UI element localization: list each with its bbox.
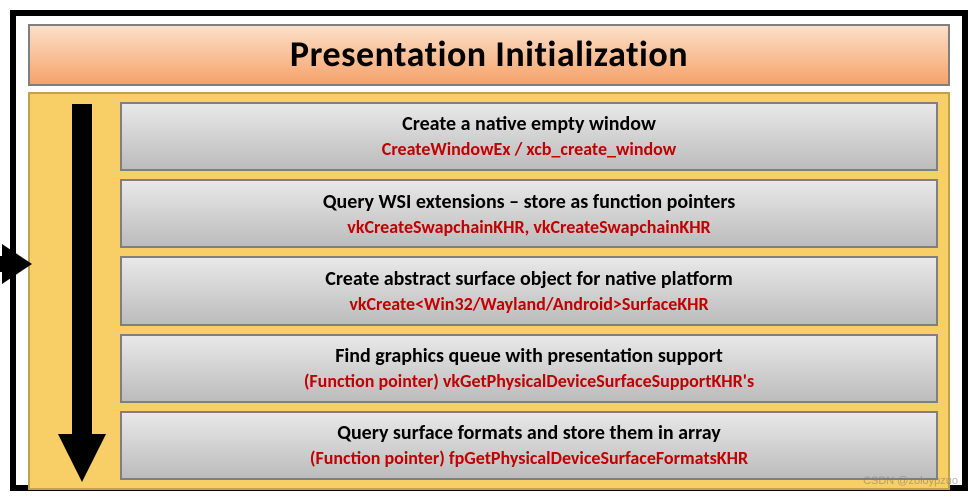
step-api: CreateWindowEx / xcb_create_window <box>132 138 926 161</box>
step-box: Query surface formats and store them in … <box>120 411 938 480</box>
step-box: Create abstract surface object for nativ… <box>120 256 938 325</box>
title-bar: Presentation Initialization <box>28 24 950 86</box>
diagram-frame: Presentation Initialization Create a nat… <box>10 10 968 491</box>
step-api: vkCreateSwapchainKHR, vkCreateSwapchainK… <box>132 216 926 239</box>
step-api: (Function pointer) fpGetPhysicalDeviceSu… <box>132 447 926 470</box>
entry-arrow-right-icon <box>0 244 32 284</box>
step-box: Query WSI extensions – store as function… <box>120 179 938 248</box>
step-title: Create abstract surface object for nativ… <box>132 267 926 291</box>
step-box: Create a native empty window CreateWindo… <box>120 102 938 171</box>
step-title: Query surface formats and store them in … <box>132 421 926 445</box>
step-api: vkCreate<Win32/Wayland/Android>SurfaceKH… <box>132 293 926 316</box>
step-title: Query WSI extensions – store as function… <box>132 190 926 214</box>
diagram-title: Presentation Initialization <box>30 32 948 76</box>
step-title: Find graphics queue with presentation su… <box>132 344 926 368</box>
step-title: Create a native empty window <box>132 112 926 136</box>
step-api: (Function pointer) vkGetPhysicalDeviceSu… <box>132 370 926 393</box>
watermark-text: CSDN @zoloypzuo <box>863 475 958 487</box>
flow-arrow-down-icon <box>58 104 106 484</box>
step-box: Find graphics queue with presentation su… <box>120 334 938 403</box>
steps-container: Create a native empty window CreateWindo… <box>28 92 950 490</box>
